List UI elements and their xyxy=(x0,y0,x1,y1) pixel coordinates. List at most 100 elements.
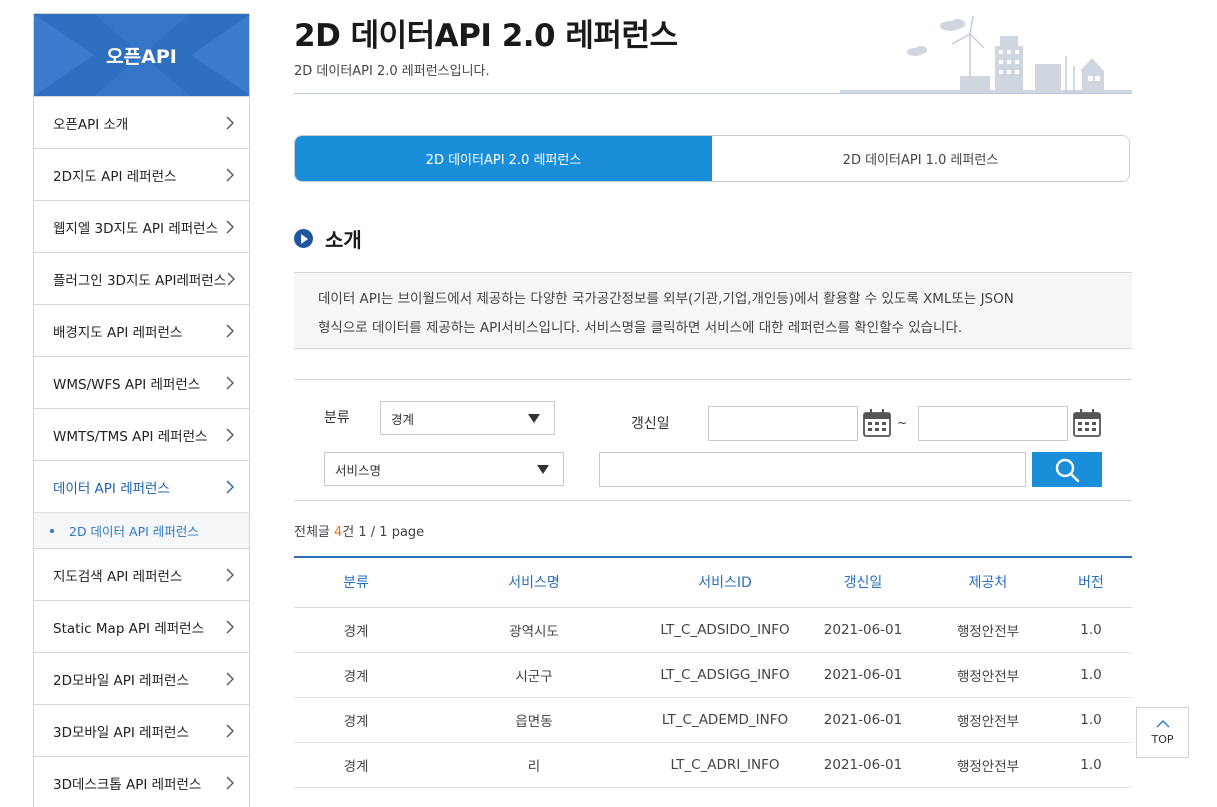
sidebar-item-3d-desktop-api[interactable]: 3D데스크톱 API 레퍼런스 xyxy=(34,756,249,807)
sidebar-item-label: WMTS/TMS API 레퍼런스 xyxy=(53,428,208,445)
sidebar-item-3d-mobile-api[interactable]: 3D모바일 API 레퍼런스 xyxy=(34,704,249,756)
city-skyline-illustration xyxy=(840,16,1132,94)
sidebar-item-webgl-3d-api[interactable]: 웹지엘 3D지도 API 레퍼런스 xyxy=(34,200,249,252)
chevron-right-icon xyxy=(227,272,236,285)
sidebar: 오픈API 오픈API 소개 2D지도 API 레퍼런스 웹지엘 3D지도 AP… xyxy=(33,13,250,807)
date-to-input[interactable] xyxy=(918,406,1068,441)
category-select-value: 경계 xyxy=(391,411,415,427)
cell-category: 경계 xyxy=(294,652,418,698)
sidebar-item-static-map-api[interactable]: Static Map API 레퍼런스 xyxy=(34,600,249,652)
triangle-down-icon xyxy=(528,414,540,423)
search-keyword-input[interactable] xyxy=(599,452,1026,487)
col-header-service-id: 서비스ID xyxy=(650,557,800,608)
intro-line-2: 형식으로 데이터를 제공하는 API서비스입니다. 서비스명을 클릭하면 서비스… xyxy=(318,320,963,336)
count-suffix: 건 1 / 1 page xyxy=(342,525,425,540)
cell-service-id: LT_C_ADSIGG_INFO xyxy=(650,652,800,698)
cell-service-name-link[interactable]: 리 xyxy=(418,742,650,788)
version-tabs: 2D 데이터API 2.0 레퍼런스 2D 데이터API 1.0 레퍼런스 xyxy=(294,135,1130,182)
sidebar-item-map-search-api[interactable]: 지도검색 API 레퍼런스 xyxy=(34,548,249,600)
result-count: 전체글 4건 1 / 1 page xyxy=(294,521,424,540)
col-header-update-date: 갱신일 xyxy=(800,557,926,608)
sidebar-item-wms-wfs-api[interactable]: WMS/WFS API 레퍼런스 xyxy=(34,356,249,408)
chevron-right-icon xyxy=(226,480,234,493)
sidebar-item-label: Static Map API 레퍼런스 xyxy=(53,620,205,637)
sidebar-item-label: 지도검색 API 레퍼런스 xyxy=(53,568,183,585)
intro-title: 소개 xyxy=(325,228,362,252)
tab-data-api-2-0[interactable]: 2D 데이터API 2.0 레퍼런스 xyxy=(295,136,712,181)
chevron-right-icon xyxy=(226,620,234,633)
table-row[interactable]: 경계 읍면동 LT_C_ADEMD_INFO 2021-06-01 행정안전부 … xyxy=(294,697,1132,743)
chevron-right-icon xyxy=(226,428,234,441)
chevron-right-icon xyxy=(226,324,234,337)
search-button[interactable] xyxy=(1032,452,1102,487)
sidebar-item-wmts-tms-api[interactable]: WMTS/TMS API 레퍼런스 xyxy=(34,408,249,460)
sidebar-item-data-api[interactable]: 데이터 API 레퍼런스 xyxy=(34,460,249,512)
cell-service-name-link[interactable]: 시군구 xyxy=(418,652,650,698)
cell-provider: 행정안전부 xyxy=(926,742,1050,788)
col-header-service-name: 서비스명 xyxy=(418,557,650,608)
date-range-separator: ~ xyxy=(897,416,908,430)
calendar-icon[interactable] xyxy=(862,408,892,438)
sidebar-item-label: 플러그인 3D지도 API레퍼런스 xyxy=(53,272,227,289)
sidebar-item-2d-mobile-api[interactable]: 2D모바일 API 레퍼런스 xyxy=(34,652,249,704)
cell-version: 1.0 xyxy=(1050,697,1132,743)
header-divider xyxy=(294,93,1132,94)
triangle-down-icon xyxy=(537,465,549,474)
search-form: 분류 경계 갱신일 ~ 서비스명 xyxy=(294,379,1132,501)
cell-category: 경계 xyxy=(294,607,418,653)
sidebar-item-label: 웹지엘 3D지도 API 레퍼런스 xyxy=(53,220,218,237)
cell-provider: 행정안전부 xyxy=(926,607,1050,653)
col-header-category: 분류 xyxy=(294,557,418,608)
chevron-right-icon xyxy=(226,220,234,233)
chevron-right-icon xyxy=(226,672,234,685)
sidebar-item-basemap-api[interactable]: 배경지도 API 레퍼런스 xyxy=(34,304,249,356)
sidebar-item-label: 2D지도 API 레퍼런스 xyxy=(53,168,177,185)
page-title: 2D 데이터API 2.0 레퍼런스 xyxy=(294,18,678,54)
sidebar-item-2d-map-api[interactable]: 2D지도 API 레퍼런스 xyxy=(34,148,249,200)
table-row[interactable]: 경계 시군구 LT_C_ADSIGG_INFO 2021-06-01 행정안전부… xyxy=(294,652,1132,698)
col-header-version: 버전 xyxy=(1050,557,1132,608)
date-from-input[interactable] xyxy=(708,406,858,441)
cell-service-id: LT_C_ADRI_INFO xyxy=(650,742,800,788)
cell-service-name-link[interactable]: 읍면동 xyxy=(418,697,650,743)
sidebar-title: 오픈API xyxy=(106,45,177,68)
sidebar-header: 오픈API xyxy=(34,14,249,96)
tab-data-api-1-0[interactable]: 2D 데이터API 1.0 레퍼런스 xyxy=(712,136,1129,181)
sidebar-item-label: 2D모바일 API 레퍼런스 xyxy=(53,672,189,689)
calendar-icon[interactable] xyxy=(1072,408,1102,438)
chevron-up-icon xyxy=(1156,719,1169,727)
chevron-right-icon xyxy=(226,724,234,737)
cell-version: 1.0 xyxy=(1050,652,1132,698)
scroll-top-button[interactable]: TOP xyxy=(1136,707,1189,758)
table-row[interactable]: 경계 광역시도 LT_C_ADSIDO_INFO 2021-06-01 행정안전… xyxy=(294,607,1132,653)
count-prefix: 전체글 xyxy=(294,525,335,540)
page-subtitle: 2D 데이터API 2.0 레퍼런스입니다. xyxy=(294,64,490,79)
cell-version: 1.0 xyxy=(1050,607,1132,653)
service-table: 분류 서비스명 서비스ID 갱신일 제공처 버전 경계 광역시도 LT_C_AD… xyxy=(294,556,1132,788)
chevron-right-icon xyxy=(226,776,234,789)
search-field-select[interactable]: 서비스명 xyxy=(324,452,564,486)
sidebar-item-label: WMS/WFS API 레퍼런스 xyxy=(53,376,201,393)
cell-update-date: 2021-06-01 xyxy=(800,652,926,698)
sidebar-item-label: 3D데스크톱 API 레퍼런스 xyxy=(53,776,202,793)
cell-category: 경계 xyxy=(294,742,418,788)
cell-service-name-link[interactable]: 광역시도 xyxy=(418,607,650,653)
chevron-right-icon xyxy=(226,376,234,389)
cell-service-id: LT_C_ADSIDO_INFO xyxy=(650,607,800,653)
category-select[interactable]: 경계 xyxy=(380,401,555,435)
sidebar-item-plugin-3d-api[interactable]: 플러그인 3D지도 API레퍼런스 xyxy=(34,252,249,304)
sidebar-item-label: 데이터 API 레퍼런스 xyxy=(53,480,170,497)
col-header-provider: 제공처 xyxy=(926,557,1050,608)
category-label: 분류 xyxy=(324,410,350,426)
play-circle-icon xyxy=(294,229,313,248)
sidebar-item-openapi-intro[interactable]: 오픈API 소개 xyxy=(34,96,249,148)
sidebar-item-label: 배경지도 API 레퍼런스 xyxy=(53,324,183,341)
table-row[interactable]: 경계 리 LT_C_ADRI_INFO 2021-06-01 행정안전부 1.0 xyxy=(294,742,1132,788)
sidebar-subitem-2d-data-api[interactable]: 2D 데이터 API 레퍼런스 xyxy=(34,512,249,548)
sidebar-item-label: 3D모바일 API 레퍼런스 xyxy=(53,724,189,741)
sidebar-item-label: 오픈API 소개 xyxy=(53,116,129,133)
intro-line-1: 데이터 API는 브이월드에서 제공하는 다양한 국가공간정보를 외부(기관,기… xyxy=(318,291,1014,307)
chevron-right-icon xyxy=(226,116,234,129)
cell-service-id: LT_C_ADEMD_INFO xyxy=(650,697,800,743)
chevron-right-icon xyxy=(226,568,234,581)
